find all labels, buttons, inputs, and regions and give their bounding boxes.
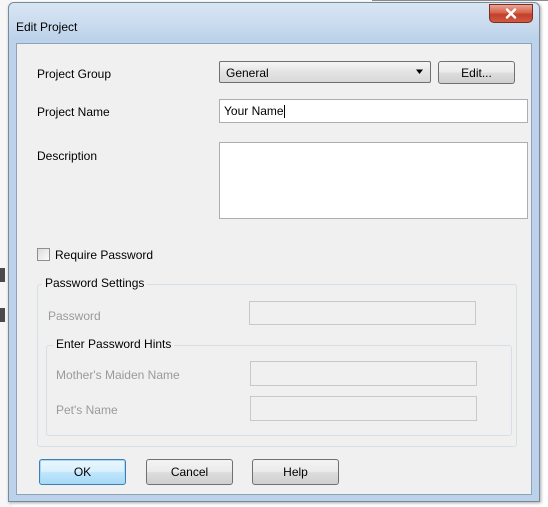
edit-group-button[interactable]: Edit...: [438, 61, 515, 84]
title-bar[interactable]: Edit Project: [9, 3, 539, 43]
background-mark: [0, 308, 5, 322]
maiden-name-input[interactable]: [250, 361, 477, 386]
description-label: Description: [37, 149, 98, 163]
password-settings-legend: Password Settings: [42, 276, 148, 290]
password-input[interactable]: [249, 301, 476, 325]
close-button[interactable]: [489, 4, 533, 23]
project-group-label: Project Group: [37, 67, 112, 81]
require-password-checkbox[interactable]: [37, 248, 50, 261]
password-hints-group: Enter Password Hints Mother's Maiden Nam…: [46, 337, 512, 436]
dialog-body: Project Group General Edit... Project Na…: [16, 43, 532, 495]
cancel-button[interactable]: Cancel: [146, 459, 233, 485]
chevron-down-icon: [416, 69, 423, 74]
background-mark: [0, 268, 5, 282]
help-button[interactable]: Help: [252, 459, 339, 485]
description-textarea[interactable]: [219, 142, 528, 219]
project-name-value: Your Name: [224, 104, 284, 118]
edit-project-dialog: Edit Project Project Group General Edit.…: [8, 2, 540, 502]
ok-button[interactable]: OK: [39, 459, 126, 485]
project-group-value: General: [226, 66, 269, 80]
password-hints-legend: Enter Password Hints: [53, 337, 175, 351]
background-window-line: [372, 0, 548, 1]
dialog-title: Edit Project: [16, 20, 78, 34]
close-icon: [505, 8, 517, 19]
maiden-name-label: Mother's Maiden Name: [56, 368, 180, 382]
text-caret: [283, 104, 285, 118]
pet-name-label: Pet's Name: [56, 403, 118, 417]
password-label: Password: [48, 309, 101, 323]
password-settings-group: Password Settings Password Enter Passwor…: [37, 276, 517, 447]
project-name-label: Project Name: [37, 105, 110, 119]
project-name-input[interactable]: Your Name: [219, 99, 528, 123]
require-password-label[interactable]: Require Password: [55, 248, 153, 262]
project-group-select[interactable]: General: [219, 61, 431, 83]
pet-name-input[interactable]: [250, 396, 477, 421]
